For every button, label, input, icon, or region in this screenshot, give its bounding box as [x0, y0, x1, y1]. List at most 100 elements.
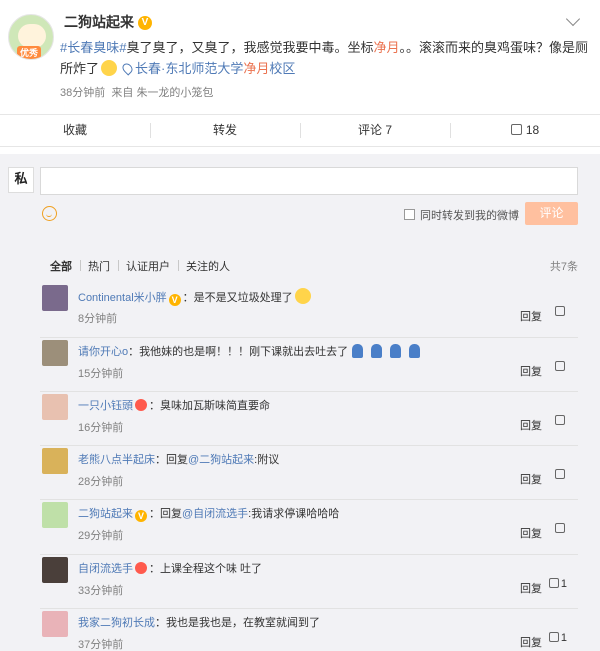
mention-link[interactable]: @自闭流选手 — [182, 508, 248, 520]
reply-button[interactable]: 回复 — [520, 363, 542, 379]
comment-input[interactable] — [40, 167, 578, 195]
comment-body: ：是不是又垃圾处理了 — [182, 292, 293, 304]
comment-time: 37分钟前 — [78, 639, 124, 651]
verified-icon: V — [135, 510, 147, 522]
commenter-name[interactable]: 二狗站起来 — [78, 508, 133, 520]
comment-text: 我家二狗初长成：我也是我也是，在教室就闻到了 — [78, 614, 320, 630]
comment-body: ：上课全程这个味 吐了 — [149, 563, 263, 575]
comment-like-button[interactable] — [555, 469, 567, 481]
verified-icon: V — [168, 294, 181, 306]
reply-button[interactable]: 回复 — [520, 308, 542, 324]
comment-text: 老熊八点半起床：回复@二狗站起来:附议 — [78, 451, 279, 467]
reply-button[interactable]: 回复 — [520, 580, 542, 596]
figure-emoji-icon — [409, 344, 421, 358]
reply-button[interactable]: 回复 — [520, 634, 542, 650]
reply-button[interactable]: 回复 — [520, 471, 542, 487]
tab-verified[interactable]: 认证用户 — [118, 258, 178, 274]
favorite-button[interactable]: 收藏 — [0, 115, 150, 146]
repost-button[interactable]: 转发 — [150, 115, 300, 146]
comment-like-button[interactable] — [555, 361, 567, 373]
tab-all[interactable]: 全部 — [50, 258, 80, 274]
chevron-down-icon[interactable] — [565, 11, 581, 27]
thumbs-up-icon — [555, 361, 565, 371]
also-repost-checkbox[interactable] — [404, 209, 415, 220]
comment-body: ：我也是我也是，在教室就闻到了 — [155, 617, 320, 629]
commenter-name[interactable]: 我家二狗初长成 — [78, 617, 155, 629]
thumbs-up-icon — [555, 415, 565, 425]
comment-like-button[interactable]: 1 — [548, 632, 567, 644]
comment-like-count: 1 — [560, 578, 567, 590]
comment-time: 33分钟前 — [78, 585, 124, 597]
reply-button[interactable]: 回复 — [520, 417, 542, 433]
comment-text: 一只小钰頭 ：臭味加瓦斯味简直要命 — [78, 397, 270, 413]
comment-text: 自闭流选手 ：上课全程这个味 吐了 — [78, 560, 262, 576]
commenter-name[interactable]: 一只小钰頭 — [78, 400, 133, 412]
post-time[interactable]: 38分钟前 — [60, 87, 105, 99]
commenter-avatar[interactable] — [42, 557, 68, 583]
comment-body: :附议 — [254, 454, 280, 466]
thumbs-up-icon — [510, 124, 522, 135]
commenter-avatar[interactable] — [42, 502, 68, 528]
avatar-face — [18, 24, 46, 48]
thumbs-up-icon — [548, 578, 559, 588]
thumbs-up-icon — [548, 632, 559, 642]
like-count: 18 — [525, 123, 540, 137]
highlight-keyword: 净月 — [373, 40, 400, 55]
comment-like-button[interactable] — [555, 523, 567, 535]
commenter-avatar[interactable] — [42, 448, 68, 474]
tab-hot[interactable]: 热门 — [80, 258, 118, 274]
commenter-avatar[interactable] — [42, 340, 68, 366]
comment-divider — [40, 391, 578, 392]
comment-time: 28分钟前 — [78, 476, 124, 488]
my-avatar[interactable]: 私 — [8, 167, 34, 193]
verified-icon: V — [138, 16, 152, 31]
commenter-avatar[interactable] — [42, 611, 68, 637]
comment-text: 请你开心o：我他妹的也是啊！！！刚下课就出去吐去了 — [78, 343, 424, 359]
comment-time: 29分钟前 — [78, 530, 124, 542]
grin-emoji-icon — [294, 288, 311, 304]
reply-button[interactable]: 回复 — [520, 525, 542, 541]
action-bar: 收藏 转发 评论 7 18 — [0, 114, 600, 147]
comment-divider — [40, 445, 578, 446]
emoji-picker-icon[interactable] — [42, 206, 57, 221]
commenter-name[interactable]: 老熊八点半起床 — [78, 454, 155, 466]
figure-emoji-icon — [390, 344, 402, 358]
commenter-name[interactable]: Continental米小胖 — [78, 292, 167, 304]
comment-time: 15分钟前 — [78, 368, 124, 380]
location-link[interactable]: 长春·东北师范大学净月校区 — [135, 61, 295, 76]
also-repost-label[interactable]: 同时转发到我的微博 — [420, 207, 519, 223]
comment-button[interactable]: 评论 7 — [300, 115, 450, 146]
comment-time: 8分钟前 — [78, 313, 118, 325]
comment-divider — [40, 608, 578, 609]
tab-following[interactable]: 关注的人 — [178, 258, 238, 274]
figure-emoji-icon — [371, 344, 383, 358]
author-name[interactable]: 二狗站起来 — [64, 14, 134, 30]
comment-time: 16分钟前 — [78, 422, 124, 434]
comment-like-button[interactable]: 1 — [548, 578, 567, 590]
avatar-tag: 优秀 — [17, 46, 42, 59]
commenter-avatar[interactable] — [42, 285, 68, 311]
comment-like-button[interactable] — [555, 306, 567, 318]
source-link[interactable]: 朱一龙的小笼包 — [136, 87, 213, 99]
comment-text: 二狗站起来 V ：回复@自闭流选手:我请求停课哈哈哈 — [78, 505, 339, 522]
figure-emoji-icon — [352, 344, 364, 358]
post-text: #长春臭味#臭了臭了，又臭了，我感觉我要中毒。坐标净月。。滚滚而来的臭鸡蛋味？像… — [60, 37, 590, 79]
post-meta: 38分钟前 来自 朱一龙的小笼包 — [60, 84, 213, 100]
thumbs-up-icon — [555, 469, 565, 479]
author-avatar[interactable]: 优秀 — [8, 14, 54, 60]
submit-comment-button[interactable]: 评论 — [525, 202, 578, 225]
comment-like-button[interactable] — [555, 415, 567, 427]
post-author[interactable]: 二狗站起来 V — [64, 12, 152, 32]
mention-link[interactable]: @二狗站起来 — [188, 454, 254, 466]
comment-divider — [40, 499, 578, 500]
commenter-avatar[interactable] — [42, 394, 68, 420]
location-pin-icon — [120, 61, 135, 76]
post-text-part: 臭了臭了，又臭了，我感觉我要中毒。坐标 — [126, 40, 374, 55]
comment-tabs: 全部 热门 认证用户 关注的人 — [50, 258, 238, 274]
hashtag-link[interactable]: #长春臭味# — [60, 40, 126, 55]
like-button[interactable]: 18 — [450, 115, 600, 146]
comment-text: Continental米小胖 V ：是不是又垃圾处理了 — [78, 288, 313, 306]
commenter-name[interactable]: 请你开心o — [78, 346, 128, 358]
commenter-name[interactable]: 自闭流选手 — [78, 563, 133, 575]
comment-body: :我请求停课哈哈哈 — [248, 508, 340, 520]
